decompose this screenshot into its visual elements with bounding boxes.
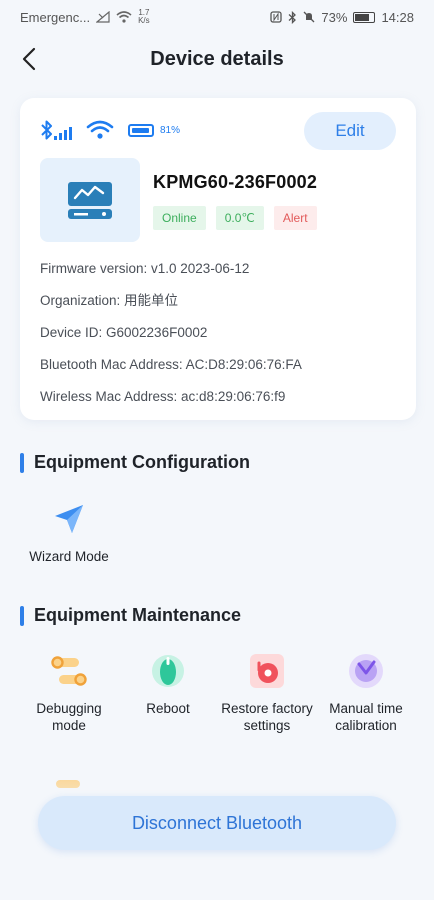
maintenance-section-title: Equipment Maintenance [20,605,241,626]
page-title: Device details [150,47,284,70]
bluetooth-mac: Bluetooth Mac Address: AC:D8:29:06:76:FA [40,357,302,372]
net-speed-unit: K/s [138,16,150,25]
configuration-title-text: Equipment Configuration [34,452,250,472]
temperature-badge: 0.0℃ [215,206,264,230]
device-card: 81% Edit KPMG60-236F0002 Online 0.0℃ Ale… [20,98,416,420]
device-battery-icon [128,123,154,137]
section-accent-bar [20,605,24,626]
device-info-list: Firmware version: v1.0 2023-06-12 Organi… [40,261,302,421]
online-badge: Online [153,206,206,230]
wifi-signal-icon [86,120,114,139]
navigation-arrow-icon [48,498,90,540]
restore-factory-settings-label: Restore factory settings [221,701,313,733]
bluetooth-status-icon [288,10,297,24]
debugging-mode-label: Debugging mode [36,701,102,733]
organization: Organization: 用能单位 [40,293,179,308]
reboot-label: Reboot [146,701,190,716]
reboot-button[interactable]: Reboot [120,650,216,717]
device-image [40,158,140,242]
header: Device details [0,34,434,84]
mute-icon [303,11,315,23]
battery-percent: 73% [321,9,348,25]
debugging-mode-button[interactable]: Debugging mode [21,650,117,734]
back-button[interactable] [14,44,44,74]
device-name: KPMG60-236F0002 [153,172,318,192]
edit-button[interactable]: Edit [304,112,396,150]
nfc-icon [270,11,283,23]
wifi-icon [116,11,132,23]
wizard-mode-label: Wizard Mode [29,549,109,564]
section-accent-bar [20,452,24,473]
restore-factory-settings-button[interactable]: Restore factory settings [219,650,315,734]
maintenance-title-text: Equipment Maintenance [34,605,242,625]
device-battery-level: 81% [160,124,181,136]
status-right: 73% 14:28 [270,10,414,25]
wireless-mac: Wireless Mac Address: ac:d8:29:06:76:f9 [40,389,286,404]
bluetooth-signal-icon [41,120,72,140]
connection-status-row: 81% [40,118,180,142]
wizard-mode-button[interactable]: Wizard Mode [21,498,117,565]
firmware-version: Firmware version: v1.0 2023-06-12 [40,261,250,276]
time-calibration-icon [345,650,387,692]
reboot-icon [147,650,189,692]
manual-time-calibration-button[interactable]: Manual time calibration [318,650,414,734]
back-arrow-icon [22,47,36,71]
battery-icon [353,11,376,23]
alert-badge: Alert [273,206,317,230]
disconnect-bluetooth-button[interactable]: Disconnect Bluetooth [38,796,396,850]
manual-time-calibration-label: Manual time calibration [329,701,403,733]
device-id: Device ID: G6002236F0002 [40,325,208,340]
configuration-section-title: Equipment Configuration [20,452,250,473]
status-badges: Online 0.0℃ Alert [153,206,317,230]
carrier-text: Emergenc... [20,9,91,25]
sim-signal-icon [96,11,110,23]
net-speed: 1.7 K/s [138,9,150,25]
device-monitor-icon [68,182,112,219]
restore-icon [246,650,288,692]
status-left: Emergenc... 1.7 K/s [20,9,150,25]
status-bar: Emergenc... 1.7 K/s 73% 14:28 [0,0,434,34]
debug-toggle-icon [48,650,90,692]
clock: 14:28 [381,9,414,25]
